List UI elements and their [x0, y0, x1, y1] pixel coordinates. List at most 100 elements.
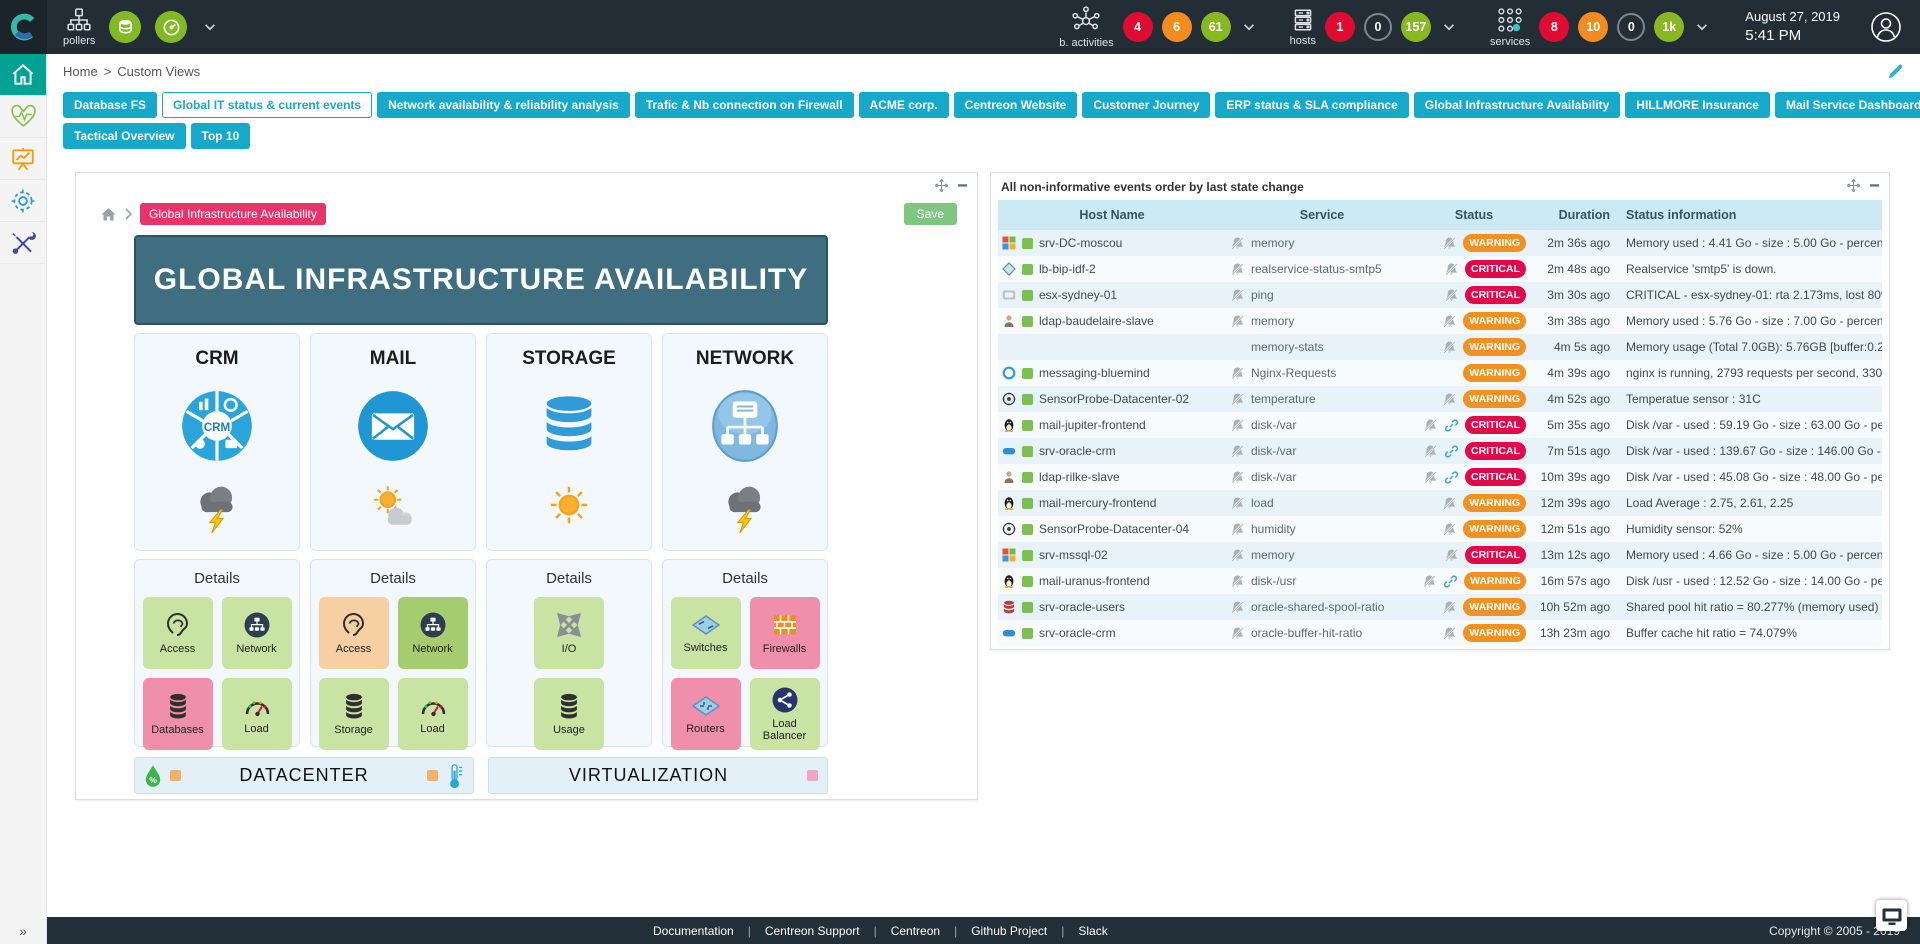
column-header-duration[interactable]: Duration [1530, 200, 1618, 230]
sidebar-item-home[interactable] [0, 54, 46, 96]
detail-button-network[interactable]: Network [222, 597, 292, 669]
status-count-badge[interactable]: 6 [1162, 12, 1192, 42]
service-column-network[interactable]: NETWORK [662, 333, 828, 551]
status-group-business-activities[interactable]: b. activities4661 [1059, 5, 1255, 49]
service-name[interactable]: humidity [1251, 522, 1296, 536]
service-name[interactable]: disk-/usr [1251, 574, 1296, 588]
status-group-services[interactable]: services81001k [1490, 6, 1709, 48]
tab-network-availability-reliability-analysis[interactable]: Network availability & reliability analy… [377, 92, 630, 118]
event-row[interactable]: ldap-rilke-slavedisk-/varCRITICAL10m 39s… [998, 464, 1882, 490]
detail-button-routers[interactable]: Routers [671, 678, 741, 750]
status-group-hosts[interactable]: hosts10157 [1290, 7, 1456, 47]
service-name[interactable]: temperature [1251, 392, 1316, 406]
status-count-badge[interactable]: 8 [1539, 12, 1569, 42]
column-header-service[interactable]: Service [1226, 200, 1418, 230]
home-icon[interactable] [100, 206, 117, 223]
widget-move-icon[interactable] [1847, 179, 1860, 192]
service-name[interactable]: memory [1251, 314, 1294, 328]
status-count-badge[interactable]: 0 [1617, 13, 1645, 41]
sidebar-expand-button[interactable]: » [0, 918, 46, 944]
detail-button-network[interactable]: Network [398, 597, 468, 669]
service-name[interactable]: realservice-status-smtp5 [1251, 262, 1382, 276]
centreon-logo[interactable] [0, 0, 47, 54]
event-row[interactable]: srv-oracle-crmoracle-buffer-hit-ratioWAR… [998, 620, 1882, 646]
event-row[interactable]: SensorProbe-Datacenter-02temperatureWARN… [998, 386, 1882, 412]
detail-button-access[interactable]: Access [143, 597, 213, 669]
sidebar-item-monitoring[interactable] [0, 96, 46, 138]
infrastructure-bar-datacenter[interactable]: %DATACENTER [134, 757, 474, 794]
service-name[interactable]: oracle-shared-spool-ratio [1251, 600, 1384, 614]
tab-erp-status-sla-compliance[interactable]: ERP status & SLA compliance [1215, 92, 1408, 118]
tab-database-fs[interactable]: Database FS [63, 92, 157, 118]
status-count-badge[interactable]: 0 [1364, 13, 1392, 41]
tab-global-it-status-current-events[interactable]: Global IT status & current events [162, 92, 372, 118]
event-row[interactable]: messaging-bluemindNginx-RequestsWARNING4… [998, 360, 1882, 386]
widget-move-icon[interactable] [935, 179, 948, 192]
tab-top-10[interactable]: Top 10 [191, 123, 251, 149]
sidebar-item-reporting[interactable] [0, 138, 46, 180]
service-name[interactable]: load [1251, 496, 1274, 510]
host-name[interactable]: SensorProbe-Datacenter-04 [1039, 522, 1189, 536]
footer-link-documentation[interactable]: Documentation [639, 924, 748, 938]
event-row[interactable]: ldap-baudelaire-slavememoryWARNING3m 38s… [998, 308, 1882, 334]
service-name[interactable]: memory-stats [1251, 340, 1324, 354]
edit-view-icon[interactable] [1887, 63, 1904, 80]
tv-mode-button[interactable] [1876, 900, 1907, 931]
status-count-badge[interactable]: 4 [1123, 12, 1153, 42]
detail-button-access[interactable]: Access [319, 597, 389, 669]
status-count-badge[interactable]: 61 [1201, 12, 1231, 42]
detail-button-load-balancer[interactable]: Load Balancer [750, 678, 820, 750]
host-name[interactable]: messaging-bluemind [1039, 366, 1150, 380]
host-name[interactable]: SensorProbe-Datacenter-02 [1039, 392, 1189, 406]
footer-link-centreon-support[interactable]: Centreon Support [751, 924, 874, 938]
event-row[interactable]: mail-jupiter-frontenddisk-/varCRITICAL5m… [998, 412, 1882, 438]
tab-centreon-website[interactable]: Centreon Website [954, 92, 1078, 118]
host-name[interactable]: srv-oracle-crm [1039, 444, 1116, 458]
host-name[interactable]: esx-sydney-01 [1039, 288, 1117, 302]
sidebar-item-administration[interactable] [0, 222, 46, 264]
service-name[interactable]: memory [1251, 236, 1294, 250]
column-header-host-name[interactable]: Host Name [998, 200, 1226, 230]
service-column-mail[interactable]: MAIL [310, 333, 476, 551]
event-row[interactable]: srv-oracle-users oracle-shared-spool-rati… [998, 594, 1882, 620]
host-name[interactable]: mail-jupiter-frontend [1039, 418, 1146, 432]
service-name[interactable]: ping [1251, 288, 1274, 302]
tab-trafic-nb-connection-on-firewall[interactable]: Trafic & Nb connection on Firewall [635, 92, 854, 118]
tab-customer-journey[interactable]: Customer Journey [1082, 92, 1210, 118]
footer-link-github-project[interactable]: Github Project [957, 924, 1061, 938]
host-name[interactable]: srv-oracle-crm [1039, 626, 1116, 640]
pollers-group[interactable]: pollers [63, 7, 217, 47]
host-name[interactable]: ldap-baudelaire-slave [1039, 314, 1154, 328]
detail-button-i-o[interactable]: I/O [534, 597, 604, 669]
status-count-badge[interactable]: 10 [1578, 12, 1608, 42]
status-count-badge[interactable]: 1 [1325, 12, 1355, 42]
footer-link-slack[interactable]: Slack [1064, 924, 1121, 938]
detail-button-load[interactable]: Load [398, 678, 468, 750]
widget-collapse-icon[interactable] [1869, 180, 1880, 191]
detail-button-switches[interactable]: Switches [671, 597, 741, 669]
host-name[interactable]: mail-mercury-frontend [1039, 496, 1156, 510]
widget-collapse-icon[interactable] [957, 180, 968, 191]
host-name[interactable]: lb-bip-idf-2 [1039, 262, 1096, 276]
event-row[interactable]: esx-sydney-01pingCRITICAL3m 30s agoCRITI… [998, 282, 1882, 308]
event-row[interactable]: srv-mssql-02memoryCRITICAL13m 12s agoMem… [998, 542, 1882, 568]
event-row[interactable]: mail-mercury-frontendloadWARNING12m 39s … [998, 490, 1882, 516]
event-row[interactable]: memory-statsWARNING4m 5s agoMemory usage… [998, 334, 1882, 360]
host-name[interactable]: srv-DC-moscou [1039, 236, 1122, 250]
event-row[interactable]: lb-bip-idf-2realservice-status-smtp5CRIT… [998, 256, 1882, 282]
status-count-badge[interactable]: 1k [1654, 12, 1684, 42]
host-name[interactable]: srv-oracle-users [1039, 600, 1125, 614]
tab-mail-service-dashboard[interactable]: Mail Service Dashboard [1775, 92, 1920, 118]
service-name[interactable]: disk-/var [1251, 418, 1296, 432]
service-column-crm[interactable]: CRMCRM [134, 333, 300, 551]
host-name[interactable]: mail-uranus-frontend [1039, 574, 1150, 588]
tab-tactical-overview[interactable]: Tactical Overview [63, 123, 186, 149]
detail-button-storage[interactable]: Storage [319, 678, 389, 750]
poller-database-status[interactable] [109, 11, 141, 43]
service-name[interactable]: disk-/var [1251, 470, 1296, 484]
detail-button-load[interactable]: Load [222, 678, 292, 750]
tab-hillmore-insurance[interactable]: HILLMORE Insurance [1625, 92, 1770, 118]
column-header-status[interactable]: Status [1418, 200, 1530, 230]
event-row[interactable]: srv-DC-moscoumemoryWARNING2m 36s agoMemo… [998, 230, 1882, 256]
detail-button-firewalls[interactable]: Firewalls [750, 597, 820, 669]
